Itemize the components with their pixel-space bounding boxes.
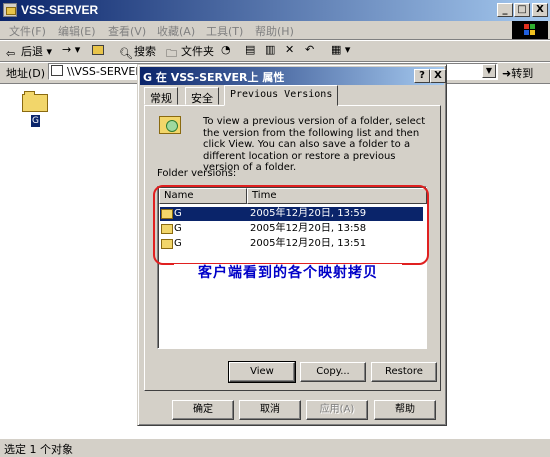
tab-security[interactable]: 安全	[185, 87, 219, 105]
forward-arrow-icon: →	[62, 43, 72, 56]
history-icon: ◔	[221, 43, 231, 56]
tab-general[interactable]: 常规	[144, 87, 178, 105]
tab-previous-versions[interactable]: Previous Versions	[224, 85, 339, 106]
windows-logo-icon	[512, 21, 548, 39]
back-arrow-icon: ⇦	[6, 47, 16, 60]
apply-button[interactable]: 应用(A)	[306, 400, 368, 420]
close-button[interactable]: X	[532, 3, 548, 17]
go-arrow-icon: ➜	[502, 67, 512, 80]
network-drive-icon	[51, 65, 63, 76]
dialog-help-button[interactable]: ?	[414, 69, 430, 83]
folder-versions-label: Folder versions:	[157, 168, 237, 179]
address-label: 地址(D)	[6, 67, 46, 80]
go-label: 转到	[511, 67, 534, 80]
help-button[interactable]: 帮助	[374, 400, 436, 420]
search-icon: 🔍︎	[119, 47, 133, 60]
back-label: 后退	[21, 45, 43, 58]
minimize-button[interactable]: _	[497, 3, 513, 17]
copy-button[interactable]: Copy...	[300, 362, 366, 382]
address-value: \\VSS-SERVER	[67, 65, 143, 78]
views-icon: ▦	[331, 43, 342, 56]
cancel-button[interactable]: 取消	[239, 400, 301, 420]
forward-button[interactable]: → ▾	[62, 43, 80, 56]
menu-edit[interactable]: 编辑(E)	[58, 23, 96, 39]
dialog-titlebar: G 在 VSS-SERVER上 属性 ? X	[140, 67, 446, 85]
menu-tools[interactable]: 工具(T)	[206, 23, 243, 39]
dialog-title: G 在 VSS-SERVER上 属性	[143, 71, 285, 84]
copy-to-button[interactable]: ▥	[265, 43, 275, 56]
delete-button[interactable]: ✕	[285, 43, 294, 56]
ok-button[interactable]: 确定	[172, 400, 234, 420]
undo-button[interactable]: ↶	[305, 43, 314, 56]
annotation-text: 客户端看到的各个映射拷贝	[174, 264, 402, 283]
menu-view[interactable]: 查看(V)	[108, 23, 146, 39]
window-title: VSS-SERVER	[21, 3, 99, 17]
toolbar: ⇦ 后退 ▾ → ▾ 🔍︎搜索 🗀︎ 文件夹 ◔ ▤ ▥ ✕ ↶ ▦ ▾	[0, 40, 550, 62]
instructions-text: To view a previous version of a folder, …	[203, 116, 426, 173]
folders-button[interactable]: 🗀︎ 文件夹	[166, 43, 214, 60]
shared-folder-item[interactable]	[22, 90, 48, 112]
maximize-button[interactable]: □	[514, 3, 530, 17]
folders-icon: 🗀︎	[166, 47, 177, 60]
search-button[interactable]: 🔍︎搜索	[119, 43, 156, 60]
copy-to-icon: ▥	[265, 43, 276, 56]
menu-bar: 文件(F) 编辑(E) 查看(V) 收藏(A) 工具(T) 帮助(H)	[0, 21, 550, 39]
undo-icon: ↶	[305, 43, 315, 56]
move-to-button[interactable]: ▤	[245, 43, 255, 56]
dialog-close-button[interactable]: X	[430, 69, 446, 83]
move-to-icon: ▤	[245, 43, 256, 56]
annotation-highlight	[153, 185, 429, 265]
status-text: 选定 1 个对象	[4, 443, 73, 456]
menu-file[interactable]: 文件(F)	[9, 23, 46, 39]
window-titlebar: VSS-SERVER _ □ X	[0, 0, 550, 21]
status-bar: 选定 1 个对象	[0, 438, 550, 456]
shared-folder-label[interactable]: G	[31, 115, 40, 127]
menu-help[interactable]: 帮助(H)	[255, 23, 294, 39]
up-folder-button[interactable]	[92, 43, 106, 56]
restore-button[interactable]: Restore	[371, 362, 437, 382]
views-button[interactable]: ▦ ▾	[331, 43, 350, 56]
history-button[interactable]: ◔	[221, 43, 231, 56]
back-button[interactable]: ⇦ 后退 ▾	[6, 43, 52, 60]
folder-icon	[22, 94, 48, 112]
search-label: 搜索	[134, 45, 156, 58]
view-button[interactable]: View	[228, 361, 296, 383]
up-folder-icon	[92, 45, 104, 55]
go-button[interactable]: ➜转到	[502, 65, 533, 81]
folders-label: 文件夹	[181, 45, 214, 58]
folder-history-icon	[159, 116, 181, 134]
delete-icon: ✕	[285, 43, 295, 56]
address-dropdown-button[interactable]: ▼	[482, 64, 496, 78]
menu-favorites[interactable]: 收藏(A)	[157, 23, 195, 39]
folder-icon	[3, 3, 17, 17]
